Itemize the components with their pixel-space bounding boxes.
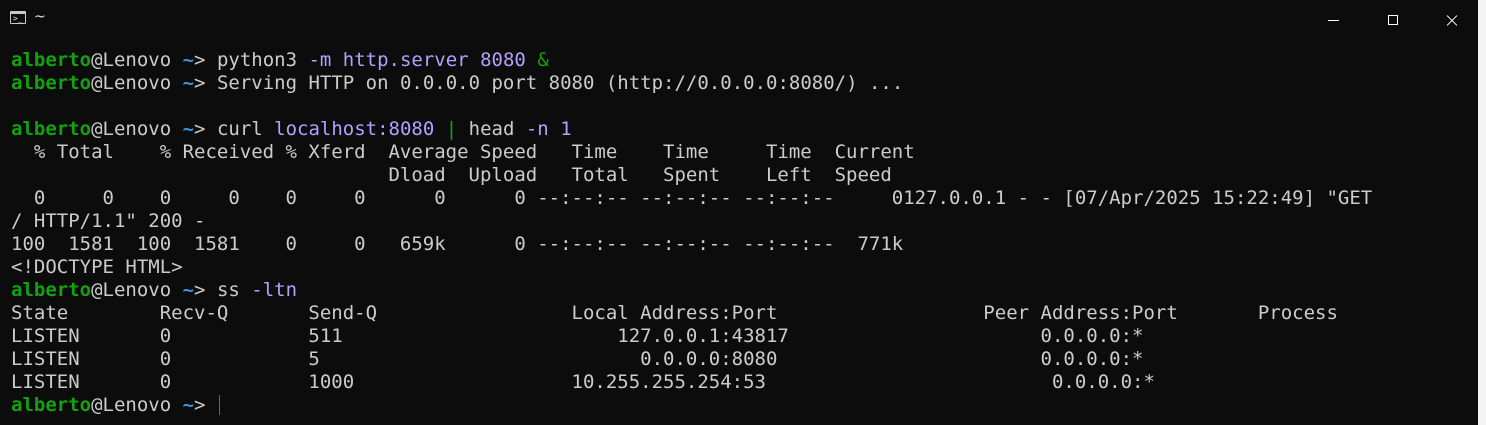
prompt-host: @Lenovo — [91, 72, 172, 94]
text-cursor[interactable] — [218, 395, 220, 415]
prompt-line: alberto@Lenovo ~> ss -ltn — [11, 279, 1471, 302]
prompt-symbol: > — [194, 49, 217, 71]
command-token — [434, 118, 445, 140]
command-token: -ltn — [251, 279, 298, 301]
maximize-icon — [1388, 15, 1398, 25]
prompt-symbol: > — [194, 279, 217, 301]
prompt-host: @Lenovo — [91, 279, 172, 301]
command-token: Serving HTTP on 0.0.0.0 port 8080 (http:… — [216, 72, 904, 94]
command-token: -m — [308, 49, 332, 71]
terminal-window: >_ ~ alberto@Lenovo ~> python3 -m http.s… — [0, 0, 1478, 425]
command-token: | — [445, 118, 458, 140]
prompt-line: alberto@Lenovo ~> curl localhost:8080 | … — [11, 118, 1471, 141]
command-token: python3 — [216, 49, 309, 71]
output-line: 0 0 0 0 0 0 0 0 --:--:-- --:--:-- --:--:… — [11, 187, 1373, 209]
output-line: <!DOCTYPE HTML> — [11, 256, 183, 278]
terminal-icon: >_ — [10, 11, 26, 24]
command-token: ss — [216, 279, 252, 301]
prompt-dir: ~ — [171, 72, 195, 94]
terminal-output[interactable]: alberto@Lenovo ~> python3 -m http.server… — [11, 49, 1471, 419]
minimize-icon — [1327, 19, 1339, 21]
prompt-host: @Lenovo — [91, 49, 172, 71]
output-line: / HTTP/1.1" 200 - — [11, 210, 206, 232]
command-token: 1 — [560, 118, 572, 140]
prompt-user: alberto — [11, 118, 92, 140]
prompt-user: alberto — [11, 279, 92, 301]
prompt-symbol: > — [194, 72, 217, 94]
output-line: LISTEN 0 511 127.0.0.1:43817 0.0.0.0:* — [11, 325, 1144, 347]
output-line: % Total % Received % Xferd Average Speed… — [11, 141, 915, 163]
prompt-dir: ~ — [171, 49, 195, 71]
command-token: curl — [216, 118, 275, 140]
output-line: State Recv-Q Send-Q Local Address:Port P… — [11, 302, 1338, 324]
command-token — [469, 49, 480, 71]
output-line: LISTEN 0 5 0.0.0.0:8080 0.0.0.0:* — [11, 348, 1144, 370]
prompt-dir: ~ — [171, 279, 195, 301]
output-line: LISTEN 0 1000 10.255.255.254:53 0.0.0.0:… — [11, 371, 1155, 393]
output-line: Dload Upload Total Spent Left Speed — [11, 164, 892, 186]
prompt-line: alberto@Lenovo ~> python3 -m http.server… — [11, 49, 1471, 72]
prompt-dir: ~ — [171, 118, 195, 140]
prompt-host: @Lenovo — [91, 118, 172, 140]
command-token: 8080 — [480, 49, 526, 71]
prompt-line: alberto@Lenovo ~> Serving HTTP on 0.0.0.… — [11, 72, 1471, 95]
prompt-user: alberto — [11, 394, 92, 416]
command-token: localhost:8080 — [274, 118, 435, 140]
prompt-symbol: > — [194, 118, 217, 140]
prompt-user: alberto — [11, 49, 92, 71]
prompt-symbol: > — [194, 394, 217, 416]
title-bar[interactable]: >_ ~ — [0, 0, 1478, 40]
command-token — [331, 49, 342, 71]
minimize-button[interactable] — [1310, 0, 1356, 40]
close-button[interactable] — [1429, 0, 1475, 40]
command-token: head — [457, 118, 526, 140]
command-token — [549, 118, 560, 140]
maximize-button[interactable] — [1370, 0, 1416, 40]
command-token: -n — [525, 118, 549, 140]
prompt-host: @Lenovo — [91, 394, 172, 416]
window-title: ~ — [34, 9, 46, 25]
prompt-dir: ~ — [171, 394, 195, 416]
output-line: 100 1581 100 1581 0 0 659k 0 --:--:-- --… — [11, 233, 904, 255]
command-token: & — [537, 49, 549, 71]
command-token: http.server — [342, 49, 469, 71]
background-window-edge — [1478, 0, 1486, 425]
prompt-user: alberto — [11, 72, 92, 94]
prompt-line: alberto@Lenovo ~> — [11, 394, 1471, 417]
close-icon — [1445, 13, 1459, 27]
command-token — [526, 49, 537, 71]
